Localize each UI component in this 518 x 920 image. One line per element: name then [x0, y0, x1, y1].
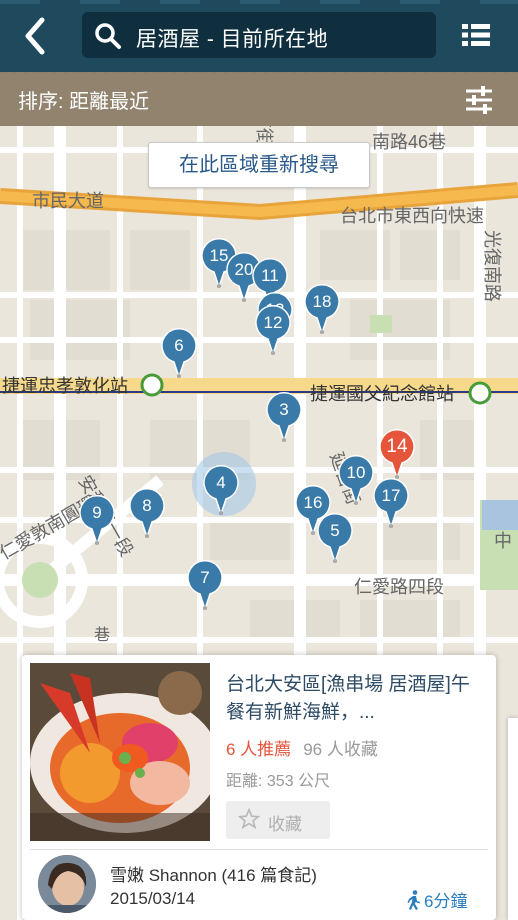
header-stripe: [0, 0, 518, 4]
street-label-shimin: 市民大道: [32, 191, 104, 211]
save-button[interactable]: 收藏: [226, 801, 330, 839]
search-icon: [95, 23, 121, 49]
map-pin-14[interactable]: 14: [378, 428, 416, 480]
street-label-mrt-sunyatsen: 捷運國父紀念館站: [310, 383, 454, 404]
map-pin-label: 18: [312, 292, 332, 311]
map-pin-label: 10: [346, 463, 366, 482]
street-label-expressway: 台北市東西向快速: [340, 206, 484, 226]
author-avatar[interactable]: [38, 855, 96, 913]
map-pin-label: 12: [263, 313, 283, 332]
top-navigation-bar: 居酒屋 - 目前所在地: [0, 0, 518, 77]
map-pin-12[interactable]: 12: [254, 305, 292, 355]
redo-search-button[interactable]: 在此區域重新搜尋: [148, 142, 370, 188]
map-pin-label: 5: [330, 521, 340, 540]
map-pin-label: 6: [174, 336, 184, 355]
map-pin-label: 4: [216, 473, 226, 492]
map-pin-label: 9: [92, 503, 102, 522]
map-pin-label: 14: [386, 436, 408, 457]
street-label-renai-4: 仁愛路四段: [354, 577, 444, 597]
post-date: 2015/03/14: [110, 889, 196, 908]
map-pin-5[interactable]: 5: [316, 513, 354, 563]
map-pin-6[interactable]: 6: [160, 328, 198, 378]
map-pin-label: 17: [381, 486, 401, 505]
map-pin-4[interactable]: 4: [202, 465, 240, 515]
map-pin-17[interactable]: 17: [372, 478, 410, 528]
restaurant-title[interactable]: 台北大安區[漁串場 居酒屋]午餐有新鮮海鮮，...: [226, 671, 482, 727]
list-view-button[interactable]: [460, 20, 492, 50]
map-pin-18[interactable]: 18: [303, 284, 341, 334]
result-card[interactable]: 台北大安區[漁串場 居酒屋]午餐有新鮮海鮮，... 6 人推薦 96 人收藏 距離…: [22, 655, 496, 920]
author-name[interactable]: 雪嫩 Shannon (416 篇食記): [110, 861, 317, 886]
map-pin-7[interactable]: 7: [186, 560, 224, 610]
card-stats: 6 人推薦 96 人收藏: [226, 735, 378, 760]
map-pin-label: 11: [261, 266, 279, 285]
street-label-nanjing: 南路46巷: [372, 132, 446, 152]
save-label: 收藏: [268, 815, 302, 834]
map-pin-label: 3: [279, 400, 289, 419]
back-button[interactable]: [18, 14, 52, 58]
search-box[interactable]: 居酒屋 - 目前所在地: [82, 12, 436, 58]
map-pin-3[interactable]: 3: [265, 392, 303, 442]
street-label-lane: 巷: [94, 626, 110, 644]
map-pin-label: 7: [200, 568, 210, 587]
list-view-icon: [462, 24, 490, 46]
map-pin-8[interactable]: 8: [128, 488, 166, 538]
sliders-icon: [466, 86, 492, 114]
walking-person-icon: [407, 890, 420, 910]
recommend-count: 6 人推薦: [226, 740, 292, 759]
favorite-count: 96 人收藏: [303, 740, 378, 759]
sort-label[interactable]: 排序: 距離最近: [18, 85, 149, 114]
map-pin-10[interactable]: 10: [337, 455, 375, 505]
walk-time: 6分鐘: [406, 887, 467, 912]
map-pin-label: 8: [142, 496, 152, 515]
sort-bar: 排序: 距離最近: [0, 72, 518, 126]
distance-text: 距離: 353 公尺: [226, 773, 331, 790]
next-card-peek[interactable]: [508, 718, 518, 920]
filter-button[interactable]: [464, 86, 494, 114]
street-label-mrt-zhongxiao: 捷運忠孝敦化站: [2, 376, 128, 396]
street-label-guangfu: 光復南路: [482, 230, 502, 302]
star-icon: [238, 808, 260, 830]
map-pin-label: 16: [303, 493, 323, 512]
chevron-left-icon: [25, 17, 45, 55]
walk-time-text: 6分鐘: [424, 892, 468, 911]
map-pin-9[interactable]: 9: [78, 495, 116, 545]
street-label-zhong: 中: [494, 531, 512, 551]
search-query-text: 居酒屋 - 目前所在地: [136, 28, 329, 51]
card-divider: [30, 849, 488, 850]
food-photo[interactable]: [30, 663, 210, 841]
